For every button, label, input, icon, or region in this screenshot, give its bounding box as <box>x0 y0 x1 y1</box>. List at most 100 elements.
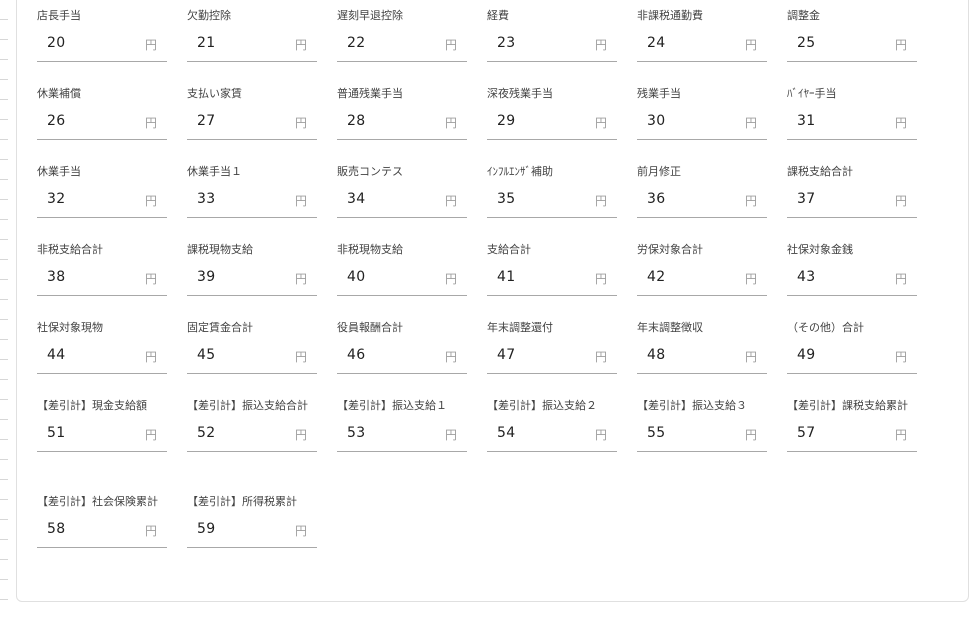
amount-input[interactable]: 25 円 <box>787 32 917 62</box>
amount-input[interactable]: 51 円 <box>37 422 167 452</box>
field-nontaxable-in-kind: 非税現物支給 40 円 <box>337 241 467 296</box>
amount-input[interactable]: 30 円 <box>637 110 767 140</box>
yen-unit: 円 <box>594 272 607 286</box>
amount-input[interactable]: 24 円 <box>637 32 767 62</box>
amount-value: 41 <box>497 269 516 285</box>
amount-value: 54 <box>497 425 516 441</box>
amount-input[interactable]: 35 円 <box>487 188 617 218</box>
amount-input[interactable]: 37 円 <box>787 188 917 218</box>
field-year-end-refund: 年末調整還付 47 円 <box>487 319 617 374</box>
field-nontaxable-total: 非税支給合計 38 円 <box>37 241 167 296</box>
yen-unit: 円 <box>294 350 307 364</box>
field-net-social-insurance-cumulative: 【差引計】社会保険累計 58 円 <box>37 493 167 548</box>
field-label: 休業補償 <box>37 87 81 100</box>
yen-unit: 円 <box>744 38 757 52</box>
field-overtime: 残業手当 30 円 <box>637 85 767 140</box>
amount-input[interactable]: 54 円 <box>487 422 617 452</box>
field-label: ﾊﾞｲﾔｰ手当 <box>787 87 837 100</box>
amount-input[interactable]: 48 円 <box>637 344 767 374</box>
yen-unit: 円 <box>294 428 307 442</box>
amount-input[interactable]: 55 円 <box>637 422 767 452</box>
amount-input[interactable]: 36 円 <box>637 188 767 218</box>
field-label: 休業手当 <box>37 165 81 178</box>
amount-input[interactable]: 53 円 <box>337 422 467 452</box>
field-taxable-in-kind: 課税現物支給 39 円 <box>187 241 317 296</box>
amount-input[interactable]: 33 円 <box>187 188 317 218</box>
amount-input[interactable]: 20 円 <box>37 32 167 62</box>
yen-unit: 円 <box>594 428 607 442</box>
amount-input[interactable]: 34 円 <box>337 188 467 218</box>
amount-input[interactable]: 58 円 <box>37 518 167 548</box>
amount-input[interactable]: 26 円 <box>37 110 167 140</box>
amount-input[interactable]: 31 円 <box>787 110 917 140</box>
field-label: 【差引計】振込支給１ <box>337 399 447 412</box>
amount-input[interactable]: 59 円 <box>187 518 317 548</box>
field-store-manager-allowance: 店長手当 20 円 <box>37 7 167 62</box>
field-label: 労保対象合計 <box>637 243 703 256</box>
amount-input[interactable]: 45 円 <box>187 344 317 374</box>
yen-unit: 円 <box>894 38 907 52</box>
amount-input[interactable]: 28 円 <box>337 110 467 140</box>
field-regular-overtime: 普通残業手当 28 円 <box>337 85 467 140</box>
field-sales-contest: 販売コンテス 34 円 <box>337 163 467 218</box>
yen-unit: 円 <box>594 194 607 208</box>
field-label: 社保対象金銭 <box>787 243 853 256</box>
yen-unit: 円 <box>294 116 307 130</box>
amount-value: 21 <box>197 35 216 51</box>
amount-input[interactable]: 32 円 <box>37 188 167 218</box>
amount-input[interactable]: 44 円 <box>37 344 167 374</box>
amount-input[interactable]: 23 円 <box>487 32 617 62</box>
field-label: （その他）合計 <box>787 321 864 334</box>
field-other-total: （その他）合計 49 円 <box>787 319 917 374</box>
yen-unit: 円 <box>444 116 457 130</box>
amount-value: 29 <box>497 113 516 129</box>
amount-value: 44 <box>47 347 66 363</box>
field-influenza-subsidy: ｲﾝﾌﾙｴﾝｻﾞ補助 35 円 <box>487 163 617 218</box>
amount-input[interactable]: 41 円 <box>487 266 617 296</box>
amount-input[interactable]: 29 円 <box>487 110 617 140</box>
field-label: 【差引計】振込支給３ <box>637 399 747 412</box>
field-net-transfer-3: 【差引計】振込支給３ 55 円 <box>637 397 767 452</box>
field-fixed-wage-total: 固定賃金合計 45 円 <box>187 319 317 374</box>
amount-input[interactable]: 47 円 <box>487 344 617 374</box>
field-label: 非税支給合計 <box>37 243 103 256</box>
yen-unit: 円 <box>894 350 907 364</box>
amount-input[interactable]: 40 円 <box>337 266 467 296</box>
amount-value: 22 <box>347 35 366 51</box>
amount-input[interactable]: 27 円 <box>187 110 317 140</box>
yen-unit: 円 <box>294 272 307 286</box>
amount-value: 24 <box>647 35 666 51</box>
amount-input[interactable]: 57 円 <box>787 422 917 452</box>
field-label: 支払い家賃 <box>187 87 242 100</box>
field-net-income-tax-cumulative: 【差引計】所得税累計 59 円 <box>187 493 317 548</box>
field-label: 課税現物支給 <box>187 243 253 256</box>
amount-input[interactable]: 49 円 <box>787 344 917 374</box>
amount-input[interactable]: 22 円 <box>337 32 467 62</box>
amount-value: 53 <box>347 425 366 441</box>
yen-unit: 円 <box>144 38 157 52</box>
amount-input[interactable]: 52 円 <box>187 422 317 452</box>
field-social-insurance-cash: 社保対象金銭 43 円 <box>787 241 917 296</box>
field-labor-insurance-total: 労保対象合計 42 円 <box>637 241 767 296</box>
field-label: 経費 <box>487 9 509 22</box>
field-label: 【差引計】所得税累計 <box>187 495 297 508</box>
amount-input[interactable]: 21 円 <box>187 32 317 62</box>
yen-unit: 円 <box>744 116 757 130</box>
amount-input[interactable]: 43 円 <box>787 266 917 296</box>
field-net-transfer-1: 【差引計】振込支給１ 53 円 <box>337 397 467 452</box>
field-label: 年末調整還付 <box>487 321 553 334</box>
amount-input[interactable]: 39 円 <box>187 266 317 296</box>
amount-value: 30 <box>647 113 666 129</box>
field-label: 【差引計】現金支給額 <box>37 399 147 412</box>
amount-input[interactable]: 38 円 <box>37 266 167 296</box>
amount-input[interactable]: 42 円 <box>637 266 767 296</box>
field-previous-month-correction: 前月修正 36 円 <box>637 163 767 218</box>
amount-value: 28 <box>347 113 366 129</box>
field-net-taxable-cumulative: 【差引計】課税支給累計 57 円 <box>787 397 917 452</box>
field-absence-deduction: 欠勤控除 21 円 <box>187 7 317 62</box>
yen-unit: 円 <box>894 428 907 442</box>
amount-input[interactable]: 46 円 <box>337 344 467 374</box>
yen-unit: 円 <box>294 38 307 52</box>
field-label: 店長手当 <box>37 9 81 22</box>
yen-unit: 円 <box>294 194 307 208</box>
